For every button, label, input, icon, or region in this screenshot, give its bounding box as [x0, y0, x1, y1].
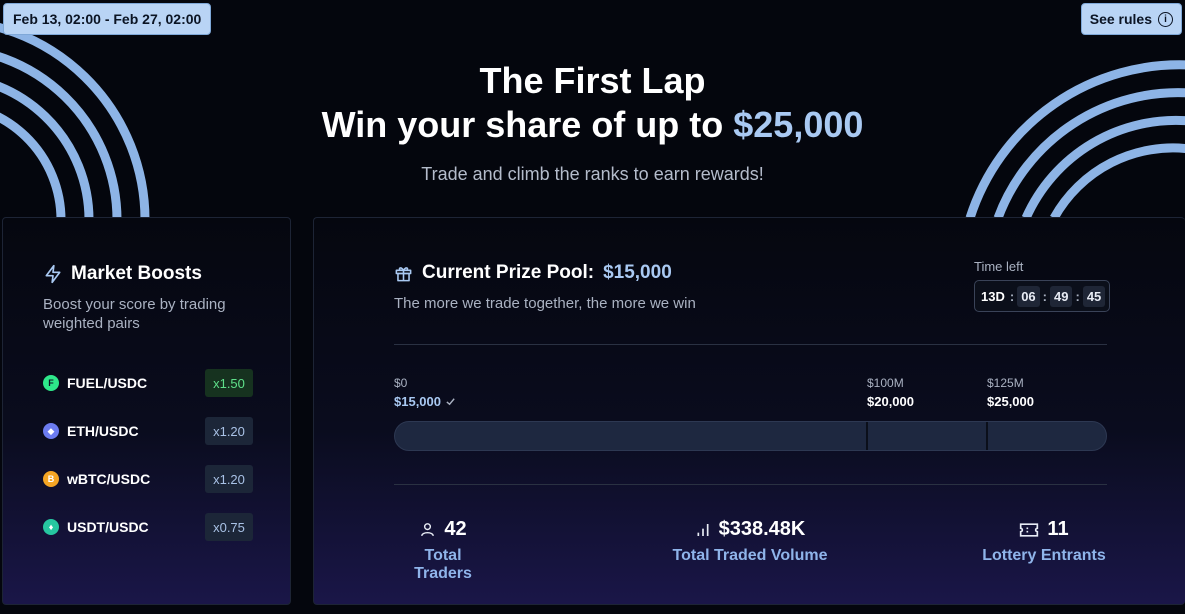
boost-pair-name: ETH/USDC [67, 423, 139, 439]
timer-days: 13D [981, 288, 1005, 304]
eth-icon: ◆ [43, 423, 59, 439]
hero: The First Lap Win your share of up to $2… [0, 60, 1185, 185]
prize-pool-heading: Current Prize Pool: $15,000 [394, 262, 672, 284]
timer-hours: 06 [1017, 285, 1040, 307]
milestone-volume: $125M [987, 376, 1024, 390]
boost-pair-eth[interactable]: ◆ ETH/USDC x1.20 [43, 417, 253, 445]
stat-label: Lottery Entrants [982, 547, 1106, 564]
bar-chart-icon [697, 523, 709, 536]
progress-milestone-marker [866, 422, 868, 450]
boost-multiplier: x1.20 [205, 417, 253, 445]
stat-label: Total Traders [414, 547, 472, 582]
market-boosts-heading: Market Boosts [43, 263, 202, 285]
timer-separator: : [1042, 288, 1048, 304]
stat-value: $338.48K [718, 518, 806, 540]
prize-pool-amount: $15,000 [603, 262, 672, 283]
timer-minutes: 49 [1050, 285, 1073, 307]
milestone-volume: $100M [867, 376, 904, 390]
prize-pool-panel: Current Prize Pool: $15,000 The more we … [313, 217, 1185, 605]
market-boosts-title: Market Boosts [71, 263, 202, 284]
stat-value: 42 [444, 518, 467, 540]
stat-total-traders: 42 Total Traders [394, 518, 492, 583]
gift-icon [395, 266, 412, 281]
timer-separator: : [1009, 288, 1015, 304]
market-boosts-panel: Market Boosts Boost your score by tradin… [2, 217, 291, 605]
prize-pool-description: The more we trade together, the more we … [394, 295, 696, 312]
boost-pair-wbtc[interactable]: B wBTC/USDC x1.20 [43, 465, 253, 493]
milestone-reward: $25,000 [987, 394, 1034, 409]
usdt-icon: ♦ [43, 519, 59, 535]
market-boosts-description: Boost your score by trading weighted pai… [43, 296, 226, 332]
hero-subtitle-prefix: Win your share of up to [321, 104, 734, 145]
boost-pair-name: wBTC/USDC [67, 471, 151, 487]
fuel-icon: F [43, 375, 59, 391]
lightning-icon [45, 264, 61, 284]
ticket-icon [1020, 522, 1039, 537]
boost-pair-name: USDT/USDC [67, 519, 149, 535]
milestone-reward-reached: $15,000 [394, 394, 456, 409]
divider [394, 484, 1107, 485]
see-rules-button[interactable]: See rules i [1080, 3, 1182, 35]
btc-icon: B [43, 471, 59, 487]
boost-pair-name: FUEL/USDC [67, 375, 148, 391]
date-range-badge: Feb 13, 02:00 - Feb 27, 02:00 [3, 3, 212, 35]
boost-multiplier: x1.50 [205, 369, 253, 397]
hero-prize-amount: $25,000 [733, 104, 864, 145]
boost-pair-usdt[interactable]: ♦ USDT/USDC x0.75 [43, 513, 253, 541]
stat-value: 11 [1047, 518, 1069, 540]
hero-subtitle: Win your share of up to $25,000 [0, 102, 1185, 148]
boost-multiplier: x0.75 [205, 513, 253, 541]
prize-pool-title: Current Prize Pool: [422, 262, 595, 283]
stat-label: Total Traded Volume [672, 547, 828, 564]
see-rules-label: See rules [1089, 11, 1152, 27]
hero-tagline: Trade and climb the ranks to earn reward… [421, 164, 764, 184]
time-left-label: Time left [974, 259, 1024, 274]
stat-lottery-entrants: 11 Lottery Entrants [981, 518, 1107, 565]
info-icon: i [1158, 11, 1173, 27]
prize-progress-bar [394, 421, 1107, 451]
user-icon [421, 523, 435, 537]
hero-title: The First Lap [479, 60, 706, 101]
progress-milestone-marker [986, 422, 988, 450]
countdown-timer: 13D : 06 : 49 : 45 [974, 280, 1111, 312]
stat-total-volume: $338.48K Total Traded Volume [670, 518, 830, 565]
boost-multiplier: x1.20 [205, 465, 253, 493]
timer-separator: : [1075, 288, 1080, 304]
boost-pair-fuel[interactable]: F FUEL/USDC x1.50 [43, 369, 253, 397]
divider [394, 344, 1107, 345]
milestone-volume: $0 [394, 376, 408, 390]
check-icon [446, 398, 455, 406]
milestone-reward: $20,000 [867, 394, 914, 409]
timer-seconds: 45 [1082, 285, 1106, 307]
milestone-reward: $15,000 [394, 394, 441, 409]
